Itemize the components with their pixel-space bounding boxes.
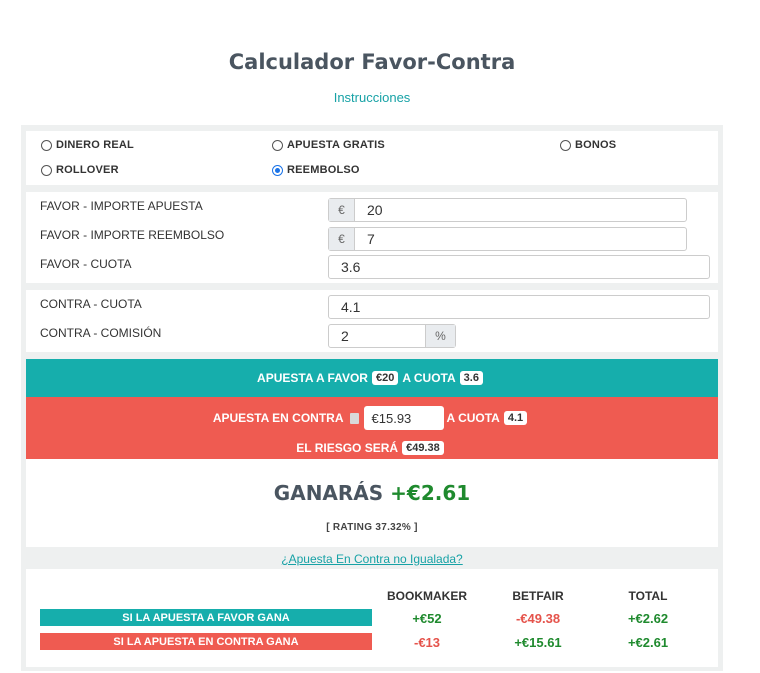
unmatched-bet-link[interactable]: ¿Apuesta En Contra no Igualada? (21, 552, 723, 566)
rating-text: [ RATING 37.32% ] (326, 522, 418, 533)
cell-contra-bookmaker: -€13 (413, 635, 441, 650)
contra-odds-value[interactable]: 4.1 (329, 299, 709, 315)
euro-addon: € (329, 228, 355, 250)
calculator-panel: DINERO REAL APUESTA GRATIS BONOS ROLLOVE… (21, 125, 723, 671)
risk-row: EL RIESGO SERÁ €49.38 (26, 439, 718, 457)
copy-icon[interactable] (349, 412, 359, 424)
risk-pill: €49.38 (402, 441, 444, 455)
contra-odds-input[interactable]: 4.1 (328, 295, 710, 319)
euro-addon: € (329, 199, 355, 221)
favor-refund-input[interactable]: € 7 (328, 227, 687, 251)
contra-stake-row: APUESTA EN CONTRA €15.93 A CUOTA 4.1 (26, 405, 718, 431)
contra-summary-mid: A CUOTA (446, 411, 500, 425)
contra-stake-pill[interactable]: €15.93 (363, 406, 444, 430)
contra-commission-input[interactable]: 2 % (328, 324, 456, 348)
favor-summary-mid: A CUOTA (402, 371, 456, 385)
contra-card: CONTRA - CUOTA 4.1 CONTRA - COMISIÓN 2 % (26, 290, 718, 352)
radio-rollover[interactable]: ROLLOVER (41, 164, 119, 176)
row-label-contra-wins: SI LA APUESTA EN CONTRA GANA (40, 633, 372, 650)
page-title: Calculador Favor-Contra (228, 50, 516, 74)
favor-odds-label: FAVOR - CUOTA (40, 257, 132, 271)
favor-summary-bar: APUESTA A FAVOR €20 A CUOTA 3.6 (26, 359, 718, 397)
bet-type-card: DINERO REAL APUESTA GRATIS BONOS ROLLOVE… (26, 131, 718, 185)
instructions-link[interactable]: Instrucciones (0, 90, 744, 105)
favor-odds-value[interactable]: 3.6 (329, 259, 709, 275)
radio-label: ROLLOVER (56, 164, 119, 176)
contra-odds-pill: 4.1 (503, 411, 528, 425)
cell-favor-total: +€2.62 (627, 611, 669, 626)
favor-stake-pill: €20 (371, 371, 399, 385)
radio-circle-checked[interactable] (272, 164, 283, 176)
result-card: GANARÁS +€2.61 [ RATING 37.32% ] (26, 459, 718, 547)
favor-stake-value[interactable]: 20 (355, 202, 686, 218)
contra-summary-prefix: APUESTA EN CONTRA (212, 411, 344, 425)
cell-favor-bookmaker: +€52 (412, 611, 442, 626)
cell-contra-total: +€2.61 (627, 635, 669, 650)
risk-label: EL RIESGO SERÁ (296, 441, 399, 455)
cell-contra-betfair: +€15.61 (514, 635, 562, 650)
radio-circle[interactable] (41, 164, 52, 176)
contra-commission-value[interactable]: 2 (329, 328, 425, 344)
favor-odds-pill: 3.6 (459, 371, 483, 385)
col-header-bookmaker: BOOKMAKER (387, 589, 467, 603)
radio-bonos[interactable]: BONOS (560, 139, 616, 151)
radio-dinero-real[interactable]: DINERO REAL (41, 139, 134, 151)
favor-card: FAVOR - IMPORTE APUESTA € 20 FAVOR - IMP… (26, 192, 718, 283)
contra-commission-label: CONTRA - COMISIÓN (40, 326, 162, 340)
favor-stake-input[interactable]: € 20 (328, 198, 687, 222)
favor-odds-input[interactable]: 3.6 (328, 255, 710, 279)
contra-summary-bar: APUESTA EN CONTRA €15.93 A CUOTA 4.1 EL … (26, 397, 718, 459)
radio-circle[interactable] (272, 139, 283, 151)
radio-label: DINERO REAL (56, 139, 134, 151)
contra-odds-label: CONTRA - CUOTA (40, 297, 142, 311)
favor-refund-label: FAVOR - IMPORTE REEMBOLSO (40, 228, 225, 242)
profit-heading: GANARÁS +€2.61 (26, 481, 718, 505)
outcome-table: BOOKMAKER BETFAIR TOTAL SI LA APUESTA A … (26, 569, 718, 667)
col-header-total: TOTAL (628, 589, 668, 603)
row-label-favor-wins: SI LA APUESTA A FAVOR GANA (40, 609, 372, 626)
profit-value: +€2.61 (390, 481, 471, 505)
radio-label: REEMBOLSO (287, 164, 360, 176)
radio-label: APUESTA GRATIS (287, 139, 385, 151)
profit-label: GANARÁS (273, 481, 384, 505)
radio-circle[interactable] (560, 139, 571, 151)
col-header-betfair: BETFAIR (512, 589, 564, 603)
percent-addon: % (425, 325, 455, 347)
radio-label: BONOS (575, 139, 617, 151)
radio-circle[interactable] (41, 139, 52, 151)
favor-stake-label: FAVOR - IMPORTE APUESTA (40, 199, 203, 213)
favor-summary-prefix: APUESTA A FAVOR (257, 371, 368, 385)
cell-favor-betfair: -€49.38 (515, 611, 561, 626)
favor-refund-value[interactable]: 7 (355, 231, 686, 247)
radio-reembolso[interactable]: REEMBOLSO (272, 164, 360, 176)
radio-apuesta-gratis[interactable]: APUESTA GRATIS (272, 139, 385, 151)
